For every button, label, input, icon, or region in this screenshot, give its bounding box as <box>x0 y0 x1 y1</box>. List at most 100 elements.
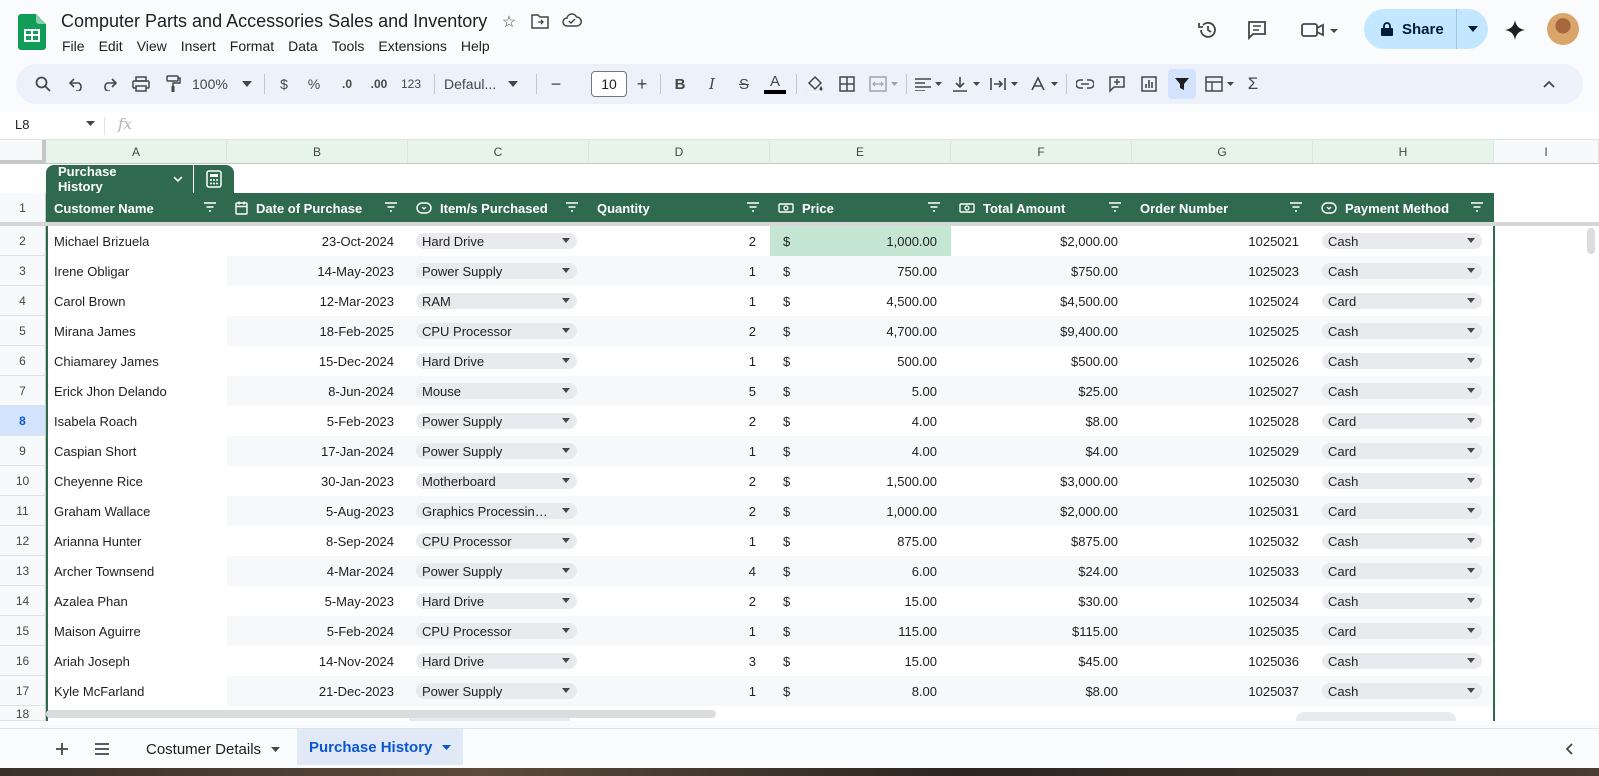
payment-chip[interactable]: Card <box>1322 563 1482 579</box>
cell-price[interactable]: $4.00 <box>770 406 951 436</box>
cell-date[interactable]: 4-Mar-2024 <box>227 556 408 586</box>
menu-extensions[interactable]: Extensions <box>371 36 453 56</box>
cell-price[interactable]: $4.00 <box>770 436 951 466</box>
cell-order-number[interactable]: 1025036 <box>1132 646 1313 676</box>
cell-quantity[interactable]: 4 <box>589 556 770 586</box>
cell-date[interactable]: 14-May-2023 <box>227 256 408 286</box>
add-sheet-icon[interactable] <box>48 729 76 769</box>
row-header-17[interactable]: 17 <box>0 676 46 706</box>
column-header-h[interactable]: H <box>1313 140 1494 164</box>
filter-views-icon[interactable] <box>1202 64 1238 104</box>
cell-customer-name[interactable]: Kyle McFarland <box>46 676 227 706</box>
cell-payment-method[interactable]: Cash <box>1313 256 1494 286</box>
font-size-input[interactable]: 10 <box>591 71 627 97</box>
row-header-16[interactable]: 16 <box>0 646 46 676</box>
cell-quantity[interactable]: 2 <box>589 496 770 526</box>
more-formats-button[interactable]: 123 <box>398 64 424 104</box>
cell-total-amount[interactable]: $24.00 <box>951 556 1132 586</box>
cell-item[interactable]: Hard Drive <box>408 226 589 256</box>
payment-chip[interactable] <box>1296 712 1456 721</box>
cell-quantity[interactable]: 2 <box>589 406 770 436</box>
move-folder-icon[interactable] <box>530 13 550 33</box>
item-chip[interactable]: Hard Drive <box>416 593 577 609</box>
row-header-1[interactable]: 1 <box>0 193 46 223</box>
paint-format-icon[interactable] <box>160 64 186 104</box>
search-menus-icon[interactable] <box>30 64 56 104</box>
column-header-b[interactable]: B <box>227 140 408 164</box>
cell-price[interactable]: $1,500.00 <box>770 466 951 496</box>
cell-price[interactable]: $5.00 <box>770 376 951 406</box>
cell-order-number[interactable]: 1025037 <box>1132 676 1313 706</box>
cell-quantity[interactable]: 2 <box>589 586 770 616</box>
insert-chart-icon[interactable] <box>1136 64 1162 104</box>
cell-order-number[interactable]: 1025031 <box>1132 496 1313 526</box>
document-title[interactable]: Computer Parts and Accessories Sales and… <box>61 11 487 32</box>
payment-chip[interactable]: Cash <box>1322 323 1482 339</box>
sheet-tab-purchase-history[interactable]: Purchase History <box>297 729 464 765</box>
cell-order-number[interactable]: 1025034 <box>1132 586 1313 616</box>
filter-lines-icon[interactable] <box>746 202 760 212</box>
cell-price[interactable]: $500.00 <box>770 346 951 376</box>
cell-date[interactable]: 5-Aug-2023 <box>227 496 408 526</box>
row-header-9[interactable]: 9 <box>0 436 46 466</box>
cell-payment-method[interactable]: Cash <box>1313 226 1494 256</box>
cell-quantity[interactable]: 2 <box>589 226 770 256</box>
payment-chip[interactable]: Cash <box>1322 653 1482 669</box>
cell-payment-method[interactable]: Cash <box>1313 466 1494 496</box>
header-customer-name[interactable]: Customer Name <box>46 193 227 223</box>
cell-payment-method[interactable]: Card <box>1313 436 1494 466</box>
cell-total-amount[interactable]: $875.00 <box>951 526 1132 556</box>
menu-format[interactable]: Format <box>223 36 281 56</box>
cell-order-number[interactable]: 1025035 <box>1132 616 1313 646</box>
cell-quantity[interactable]: 2 <box>589 316 770 346</box>
cell-date[interactable]: 5-Feb-2023 <box>227 406 408 436</box>
spreadsheet-grid[interactable]: A B C D E F G H I Purchase History 1 Cus… <box>0 140 1599 721</box>
item-chip[interactable]: Power Supply <box>416 443 577 459</box>
item-chip[interactable]: Motherboard <box>416 473 577 489</box>
cell-customer-name[interactable]: Isabela Roach <box>46 406 227 436</box>
share-button[interactable]: Share <box>1364 9 1488 49</box>
filter-lines-icon[interactable] <box>927 202 941 212</box>
sheets-logo-icon[interactable] <box>18 14 46 50</box>
cell-order-number[interactable]: 1025026 <box>1132 346 1313 376</box>
chevron-down-icon[interactable] <box>271 746 281 752</box>
cell-payment-method[interactable]: Cash <box>1313 586 1494 616</box>
filter-lines-icon[interactable] <box>203 202 217 212</box>
cell-price[interactable]: $115.00 <box>770 616 951 646</box>
cell-total-amount[interactable]: $115.00 <box>951 616 1132 646</box>
cell-total-amount[interactable]: $30.00 <box>951 586 1132 616</box>
item-chip[interactable]: Power Supply <box>416 263 577 279</box>
name-box[interactable]: L8 <box>15 117 29 132</box>
italic-button[interactable]: I <box>700 64 724 104</box>
cell-total-amount[interactable]: $2,000.00 <box>951 496 1132 526</box>
merge-cells-icon[interactable] <box>866 64 902 104</box>
table-calculator-icon[interactable] <box>194 165 234 193</box>
payment-chip[interactable]: Cash <box>1322 593 1482 609</box>
cell-date[interactable]: 21-Dec-2023 <box>227 676 408 706</box>
cell-total-amount[interactable]: $25.00 <box>951 376 1132 406</box>
header-payment-method[interactable]: Payment Method <box>1313 193 1494 223</box>
cell-item[interactable]: CPU Processor <box>408 616 589 646</box>
item-chip[interactable]: Hard Drive <box>416 353 577 369</box>
cell-quantity[interactable]: 1 <box>589 286 770 316</box>
cell-total-amount[interactable]: $750.00 <box>951 256 1132 286</box>
item-chip[interactable]: RAM <box>416 293 577 309</box>
row-header-6[interactable]: 6 <box>0 346 46 376</box>
column-header-i[interactable]: I <box>1494 140 1599 164</box>
cell-price[interactable]: $15.00 <box>770 646 951 676</box>
row-header-2[interactable]: 2 <box>0 226 46 256</box>
format-percent-button[interactable]: % <box>303 64 325 104</box>
insert-comment-icon[interactable] <box>1104 64 1130 104</box>
select-all-corner[interactable] <box>0 140 46 164</box>
cell-item[interactable]: CPU Processor <box>408 316 589 346</box>
cell-date[interactable]: 8-Jun-2024 <box>227 376 408 406</box>
row-header-5[interactable]: 5 <box>0 316 46 346</box>
row-header-14[interactable]: 14 <box>0 586 46 616</box>
cell-payment-method[interactable]: Cash <box>1313 646 1494 676</box>
cell-total-amount[interactable]: $500.00 <box>951 346 1132 376</box>
zoom-select[interactable]: 100% <box>192 64 256 104</box>
cell-customer-name[interactable]: Maison Aguirre <box>46 616 227 646</box>
format-currency-button[interactable]: $ <box>273 64 295 104</box>
cell-total-amount[interactable]: $4.00 <box>951 436 1132 466</box>
cell-quantity[interactable]: 1 <box>589 436 770 466</box>
